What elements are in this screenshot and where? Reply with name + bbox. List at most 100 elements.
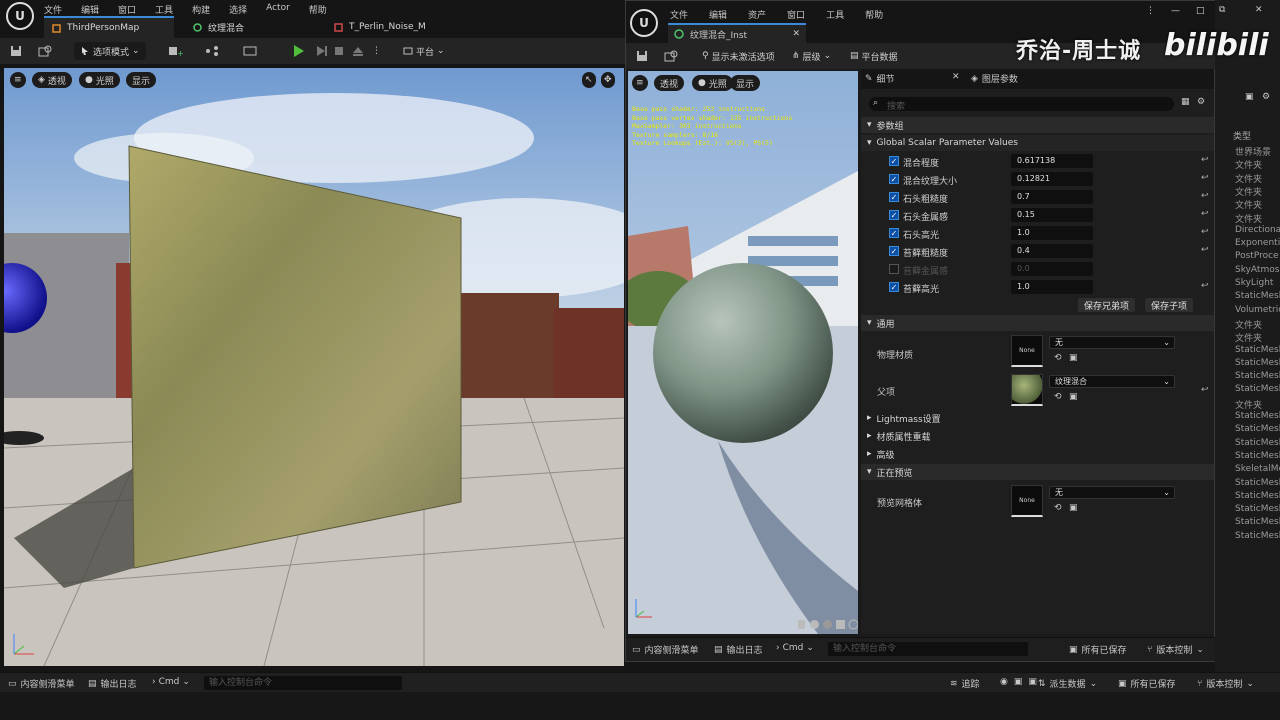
stop-icon[interactable] [334,42,344,60]
view-options-icon[interactable]: ▦ [1181,97,1190,107]
param-value-field[interactable]: 0.0 [1011,262,1093,276]
outliner-item[interactable]: StaticMesh [1235,291,1280,301]
lit-button[interactable]: ● 光照 [692,75,733,91]
param-value-field[interactable]: 0.15 [1011,208,1093,222]
outliner-item[interactable]: 文件夹 [1235,212,1262,225]
cylinder-icon[interactable] [796,619,807,630]
outliner-item[interactable]: StaticMesh [1235,358,1280,368]
settings-gear-icon[interactable]: ⚙ [1197,97,1205,107]
teapot-icon[interactable] [848,619,858,630]
menu-edit[interactable]: 编辑 [81,3,99,16]
reset-arrow-icon[interactable]: ↩ [1201,209,1209,219]
menu-actor[interactable]: Actor [266,3,290,16]
outliner-item[interactable]: StaticMesh [1235,451,1280,461]
outliner-item[interactable]: StaticMesh [1235,438,1280,448]
outliner-item[interactable]: SkeletalMe [1235,464,1280,474]
mi-menu-help[interactable]: 帮助 [865,8,883,21]
maximize-icon[interactable]: □ [1196,6,1205,16]
outliner-item[interactable]: 文件夹 [1235,198,1262,211]
outliner-item[interactable]: SkyLight [1235,278,1273,288]
tab-material-instance[interactable]: 纹理混合_Inst ✕ [668,23,806,43]
cmd-dropdown[interactable]: › Cmd ⌄ [152,677,190,687]
hierarchy-button[interactable]: ⋔ 层级 ⌄ [792,47,831,65]
tab-layer-parameters[interactable]: ◈ 图层参数 [971,72,1018,86]
parent-thumbnail[interactable] [1011,374,1043,406]
outliner-item[interactable]: StaticMesh [1235,371,1280,381]
outliner-item[interactable]: StaticMesh [1235,517,1280,527]
reset-arrow-icon[interactable]: ↩ [1201,173,1209,183]
phys-material-combo[interactable]: 无 ⌄ [1049,336,1175,349]
browse-folder-icon[interactable]: ▣ [1069,392,1078,402]
param-checkbox[interactable]: ✓ [889,282,899,292]
menu-select[interactable]: 选择 [229,3,247,16]
mi-menu-edit[interactable]: 编辑 [709,8,727,21]
minimize-icon[interactable]: — [1171,6,1180,16]
browse-icon[interactable] [664,47,678,65]
output-log-button[interactable]: ▤ 输出日志 [88,677,137,691]
outliner-item[interactable]: Volumetric [1235,305,1280,315]
param-value-field[interactable]: 0.7 [1011,190,1093,204]
translate-tool-icon[interactable]: ✥ [601,72,615,88]
outliner-item[interactable]: PostProce [1235,251,1279,261]
outliner-item[interactable]: 世界场景 [1235,145,1271,158]
viewport-menu-button[interactable]: ≡ [10,72,26,88]
outliner-item[interactable]: StaticMesh [1235,345,1280,355]
outliner-item[interactable]: StaticMesh [1235,531,1280,541]
param-checkbox[interactable]: ✓ [889,174,899,184]
derived-data-button[interactable]: ⇅ 派生数据 ⌄ [1038,677,1097,691]
reset-arrow-icon[interactable]: ↩ [1201,155,1209,165]
reset-arrow-icon[interactable]: ↩ [1201,191,1209,201]
param-checkbox[interactable] [889,264,899,274]
tab-details[interactable]: ✎ 细节 [865,72,895,86]
param-group-header[interactable]: ▾ 参数组 [861,117,1214,133]
save-sibling-button[interactable]: 保存兄弟项 [1078,298,1136,312]
plane-icon[interactable] [822,619,833,630]
parent-combo[interactable]: 纹理混合 ⌄ [1049,375,1175,388]
search-input[interactable]: ⌕ 搜索 [869,97,1174,112]
previewing-section-header[interactable]: ▾ 正在预览 [861,464,1214,480]
mi-menu-file[interactable]: 文件 [670,8,688,21]
advanced-section-header[interactable]: ▸ 高级 [861,446,1214,462]
cinematics-icon[interactable] [243,42,261,60]
mi-menu-tools[interactable]: 工具 [826,8,844,21]
menu-tools[interactable]: 工具 [155,3,173,16]
content-drawer-button[interactable]: ▭ 内容侧滑菜单 [632,643,699,657]
outliner-item[interactable]: StaticMesh [1235,491,1280,501]
outliner-item[interactable]: 文件夹 [1235,158,1262,171]
reset-arrow-icon[interactable]: ↩ [1201,245,1209,255]
tab-perlin-noise[interactable]: T_Perlin_Noise_M [326,16,466,38]
perspective-button[interactable]: ◈ 透视 [32,72,72,88]
param-checkbox[interactable]: ✓ [889,246,899,256]
close-icon[interactable]: ✕ [952,72,960,82]
add-folder-icon[interactable]: ▣ [1245,92,1254,102]
revision-control-button[interactable]: ⑂ 版本控制 ⌄ [1147,643,1204,657]
level-viewport[interactable]: ≡ ◈ 透视 ● 光照 显示 ↖ ✥ [4,68,624,666]
outliner-item[interactable]: Exponentia [1235,238,1280,248]
param-checkbox[interactable]: ✓ [889,156,899,166]
general-section-header[interactable]: ▾ 通用 [861,315,1214,331]
sphere-preview-icon[interactable] [809,619,820,630]
viewport-menu-button[interactable]: ≡ [632,75,648,91]
material-override-section-header[interactable]: ▸ 材质属性重载 [861,428,1214,444]
outliner-item[interactable]: StaticMesh [1235,411,1280,421]
menu-help[interactable]: 帮助 [309,3,327,16]
type-column-header[interactable]: 类型 [1233,129,1251,142]
mi-menu-asset[interactable]: 资产 [748,8,766,21]
output-log-button[interactable]: ▤ 输出日志 [714,643,763,657]
material-preview-viewport[interactable]: ≡ 透视 ● 光照 显示 Base pass shader: 253 instru… [628,71,858,634]
save-child-button[interactable]: 保存子项 [1145,298,1194,312]
tab-third-person-map[interactable]: ThirdPersonMap [44,16,174,38]
show-button[interactable]: 显示 [126,72,157,88]
param-value-field[interactable]: 0.4 [1011,244,1093,258]
param-value-field[interactable]: 0.12821 [1011,172,1093,186]
outliner-item[interactable]: 文件夹 [1235,398,1262,411]
browse-folder-icon[interactable]: ▣ [1069,503,1078,513]
close-icon[interactable]: ✕ [1255,5,1263,15]
unreal-logo-icon[interactable]: U [6,2,34,30]
save-all-button[interactable]: ▣ 所有已保存 [1118,677,1176,691]
record-icon[interactable]: ◉ [1000,677,1008,687]
outliner-item[interactable]: StaticMesh [1235,504,1280,514]
outliner-item[interactable]: StaticMesh [1235,384,1280,394]
select-tool-icon[interactable]: ↖ [582,72,596,88]
outliner-item[interactable]: 文件夹 [1235,318,1262,331]
